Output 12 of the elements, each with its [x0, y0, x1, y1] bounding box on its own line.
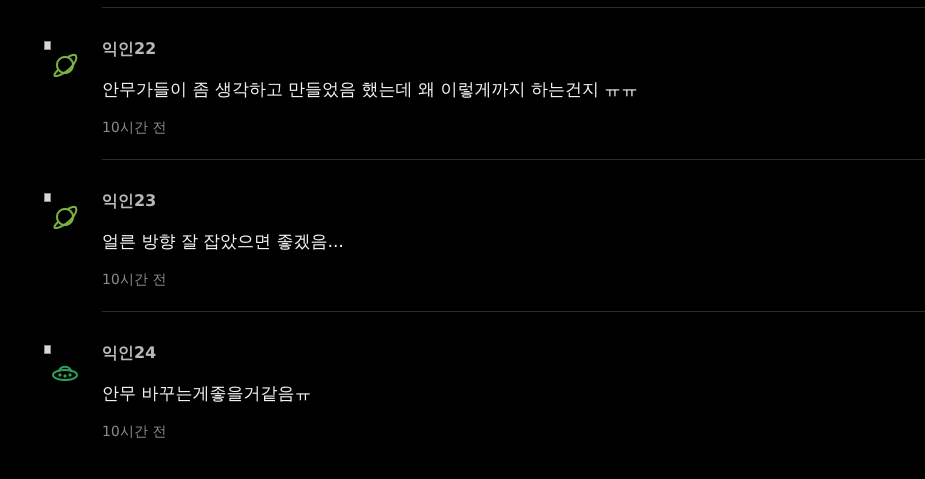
comment-author: 익인24: [102, 343, 158, 364]
comment-time: 10시간 전: [102, 119, 168, 137]
comment-time: 10시간 전: [102, 271, 168, 289]
comment-author: 익인23: [102, 191, 158, 212]
comment-text: 안무 바꾸는게좋을거같음ㅠ: [102, 383, 312, 406]
comment-time: 10시간 전: [102, 423, 168, 441]
comment-text: 얼른 방향 잘 잡았으면 좋겠음...: [102, 231, 345, 254]
comment-author: 익인22: [102, 39, 158, 60]
badge-icon: [44, 41, 51, 50]
badge-icon: [44, 345, 51, 354]
comment-text: 안무가들이 좀 생각하고 만들었음 했는데 왜 이렇게까지 하는건지 ㅠㅠ: [102, 79, 640, 102]
badge-icon: [44, 193, 51, 202]
